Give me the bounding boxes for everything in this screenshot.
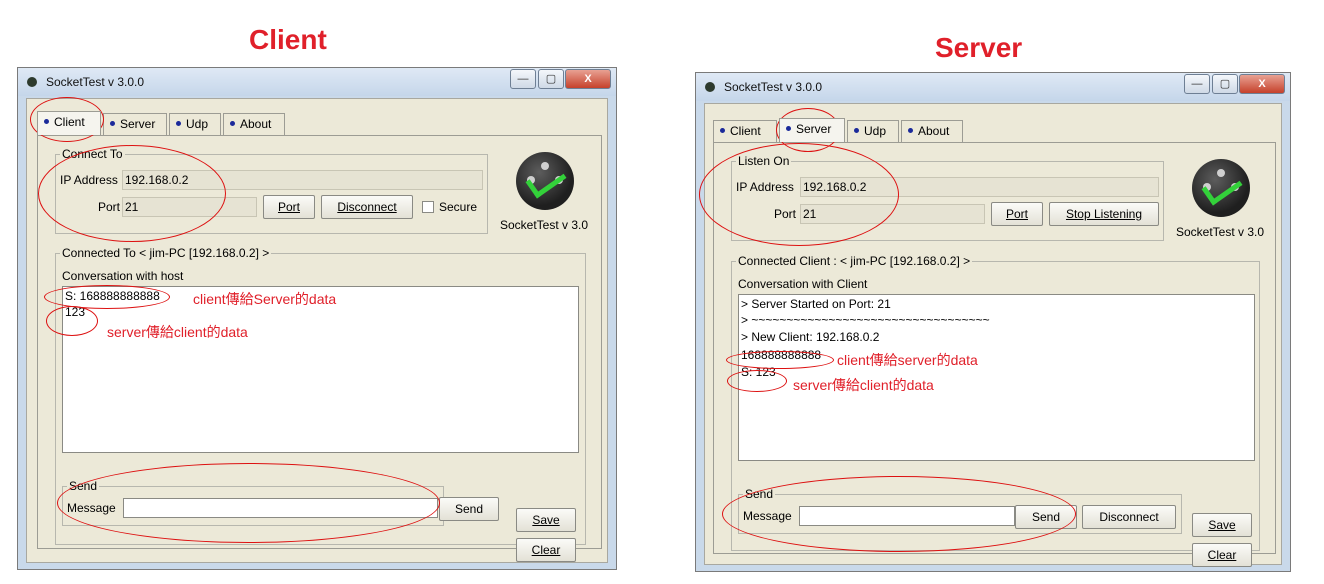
tab-dot-icon bbox=[908, 128, 913, 134]
client-heading: Client bbox=[249, 24, 327, 55]
conversation-label: Conversation with host bbox=[62, 269, 184, 283]
tab-dot-icon bbox=[110, 121, 115, 127]
conversation-label: Conversation with Client bbox=[738, 277, 868, 291]
socket-app-icon bbox=[705, 82, 715, 92]
annotation-circle-received bbox=[726, 351, 834, 369]
client-window-title: SocketTest v 3.0.0 bbox=[46, 75, 145, 89]
tab-client[interactable]: Client bbox=[37, 111, 101, 135]
disconnect-button[interactable]: Disconnect bbox=[321, 195, 413, 219]
clear-button[interactable]: Clear bbox=[1192, 543, 1252, 567]
secure-checkbox[interactable] bbox=[422, 201, 434, 213]
tab-udp[interactable]: Udp bbox=[169, 113, 221, 135]
annotation-circle-connect bbox=[38, 145, 226, 242]
tab-server[interactable]: Server bbox=[103, 113, 167, 135]
disconnect-button[interactable]: Disconnect bbox=[1082, 505, 1176, 529]
check-icon bbox=[1201, 168, 1243, 206]
maximize-button[interactable]: ▢ bbox=[538, 69, 564, 89]
conversation-area[interactable]: S: 168888888888 123 bbox=[62, 286, 579, 453]
connected-client-label: Connected Client : < jim-PC [192.168.0.2… bbox=[736, 254, 973, 268]
secure-label: Secure bbox=[439, 200, 478, 214]
connected-to-label: Connected To < jim-PC [192.168.0.2] > bbox=[60, 246, 272, 260]
logo-caption: SocketTest v 3.0 bbox=[500, 218, 589, 232]
annotation-circle-received bbox=[46, 306, 98, 336]
annotation-circle-listen bbox=[699, 143, 899, 246]
sockettest-logo bbox=[516, 152, 574, 210]
tab-about[interactable]: About bbox=[223, 113, 285, 135]
tab-client[interactable]: Client bbox=[713, 120, 777, 142]
tab-dot-icon bbox=[786, 126, 791, 132]
tab-dot-icon bbox=[44, 119, 49, 125]
clear-button[interactable]: Clear bbox=[516, 538, 576, 562]
port-button[interactable]: Port bbox=[991, 202, 1043, 226]
tab-dot-icon bbox=[854, 128, 859, 134]
close-button[interactable]: X bbox=[565, 69, 611, 89]
client-titlebar: SocketTest v 3.0.0 — ▢ X bbox=[18, 68, 616, 96]
conversation-line: > ~~~~~~~~~~~~~~~~~~~~~~~~~~~~~~~~~~ bbox=[741, 312, 990, 327]
annotation-server-received: client傳給server的data bbox=[837, 352, 978, 368]
tab-dot-icon bbox=[720, 128, 725, 134]
annotation-client-sent: client傳給Server的data bbox=[193, 291, 337, 307]
server-titlebar: SocketTest v 3.0.0 — ▢ X bbox=[696, 73, 1290, 101]
logo-caption: SocketTest v 3.0 bbox=[1176, 225, 1265, 239]
minimize-button[interactable]: — bbox=[1184, 74, 1210, 94]
maximize-button[interactable]: ▢ bbox=[1212, 74, 1238, 94]
stop-listening-button[interactable]: Stop Listening bbox=[1049, 202, 1159, 226]
tab-about[interactable]: About bbox=[901, 120, 963, 142]
annotation-circle-sent bbox=[727, 370, 787, 392]
annotation-circle-send bbox=[722, 476, 1076, 552]
server-heading: Server bbox=[935, 32, 1023, 63]
sockettest-logo bbox=[1192, 159, 1250, 217]
close-button[interactable]: X bbox=[1239, 74, 1285, 94]
save-button[interactable]: Save bbox=[1192, 513, 1252, 537]
minimize-button[interactable]: — bbox=[510, 69, 536, 89]
annotation-server-sent: server傳給client的data bbox=[793, 377, 934, 393]
tab-server[interactable]: Server bbox=[779, 118, 845, 142]
server-window-title: SocketTest v 3.0.0 bbox=[724, 80, 823, 94]
tab-dot-icon bbox=[230, 121, 235, 127]
save-button[interactable]: Save bbox=[516, 508, 576, 532]
socket-app-icon bbox=[27, 77, 37, 87]
check-icon bbox=[525, 161, 567, 199]
annotation-client-received: server傳給client的data bbox=[107, 324, 248, 340]
tab-dot-icon bbox=[176, 121, 181, 127]
conversation-line: > Server Started on Port: 21 bbox=[741, 297, 891, 311]
tab-udp[interactable]: Udp bbox=[847, 120, 899, 142]
port-button[interactable]: Port bbox=[263, 195, 315, 219]
annotation-circle-send bbox=[57, 463, 440, 543]
send-button[interactable]: Send bbox=[439, 497, 499, 521]
annotation-circle-sent bbox=[44, 285, 170, 309]
conversation-line: > New Client: 192.168.0.2 bbox=[741, 330, 880, 344]
